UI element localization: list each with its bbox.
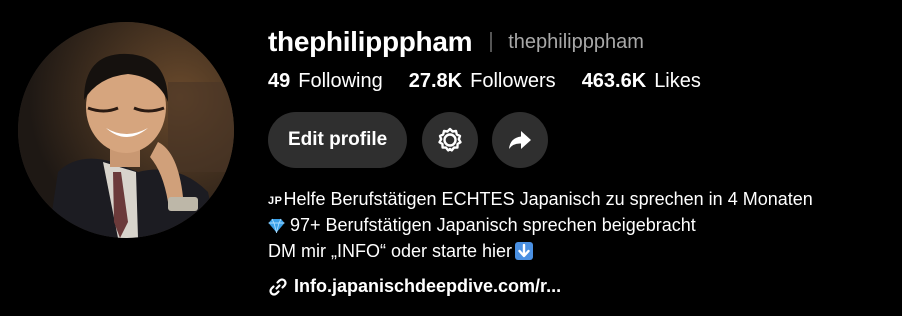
link-text[interactable]: Info.japanischdeepdive.com/r...	[294, 276, 561, 297]
share-button[interactable]	[492, 112, 549, 168]
stat-followers[interactable]: 27.8K Followers	[409, 70, 556, 93]
bio-text: 97+ Berufstätigen Japanisch sprechen bei…	[290, 215, 696, 235]
stat-label: Following	[298, 70, 383, 92]
username: thephilipppham	[268, 26, 473, 57]
gear-icon	[438, 127, 462, 152]
down-arrow-icon	[515, 242, 534, 260]
name-row: thephilipppham thephilipppham	[268, 26, 644, 58]
name-divider	[490, 32, 493, 52]
stat-value: 27.8K	[408, 70, 463, 92]
bio-line-3: DM mir „INFO“ oder starte hier	[268, 238, 813, 264]
profile-actions: Edit profile	[268, 112, 562, 168]
settings-button[interactable]	[422, 112, 479, 168]
share-arrow-icon	[509, 131, 532, 149]
stat-label: Followers	[470, 70, 556, 92]
nickname: thephilipppham	[508, 30, 644, 53]
avatar[interactable]	[18, 22, 234, 238]
bio: JP Helfe Berufstätigen ECHTES Japanisch …	[268, 186, 813, 264]
link-icon	[269, 277, 287, 296]
gem-icon	[268, 218, 285, 233]
stat-likes: 463.6K Likes	[582, 70, 701, 93]
bio-text: Helfe Berufstätigen ECHTES Japanisch zu …	[283, 189, 813, 209]
profile-link[interactable]: Info.japanischdeepdive.com/r...	[268, 276, 561, 297]
japan-flag-icon: JP	[268, 195, 283, 207]
stat-label: Likes	[654, 70, 701, 92]
profile-header: thephilipppham thephilipppham 49 Followi…	[0, 0, 902, 316]
stat-value: 463.6K	[581, 70, 647, 92]
avatar-photo	[18, 22, 234, 238]
bio-line-1: JP Helfe Berufstätigen ECHTES Japanisch …	[268, 186, 813, 212]
bio-text: DM mir „INFO“ oder starte hier	[268, 241, 513, 261]
stat-following[interactable]: 49 Following	[268, 70, 383, 93]
edit-profile-button[interactable]: Edit profile	[268, 112, 408, 168]
bio-line-2: 97+ Berufstätigen Japanisch sprechen bei…	[268, 212, 813, 238]
stats-row: 49 Following 27.8K Followers 463.6K Like…	[268, 70, 727, 93]
stat-value: 49	[268, 70, 291, 92]
